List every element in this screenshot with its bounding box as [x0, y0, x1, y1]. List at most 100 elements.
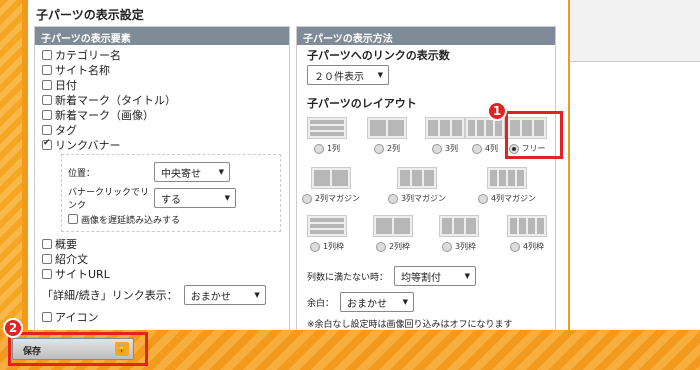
- layout-option-label: 4列: [484, 144, 499, 153]
- layout-option[interactable]: 3列枠: [439, 215, 479, 252]
- layout-option[interactable]: 4列枠: [507, 215, 547, 252]
- layout-option[interactable]: 1列: [307, 117, 347, 154]
- lazy-load-label: 画像を遅延読み込みする: [81, 215, 181, 226]
- margin-select[interactable]: おまかせ ▼: [340, 292, 415, 312]
- element-option[interactable]: サイト名称: [35, 62, 289, 77]
- layout-radio[interactable]: [477, 193, 488, 204]
- chevron-down-icon: ▼: [254, 291, 260, 299]
- option-checkbox[interactable]: [42, 94, 52, 105]
- option-checkbox[interactable]: [42, 64, 52, 75]
- layout-radio[interactable]: [509, 241, 520, 252]
- option-label: サイト名称: [55, 63, 110, 77]
- layout-option-label: 3列枠: [454, 242, 477, 251]
- icon-checkbox[interactable]: [42, 311, 52, 322]
- layout-option[interactable]: 3列: [425, 117, 465, 154]
- chevron-down-icon: ▼: [224, 194, 230, 202]
- option-label: 新着マーク（タイトル）: [55, 93, 176, 107]
- layout-thumbnail[interactable]: [367, 117, 407, 139]
- callout-badge-1: 1: [487, 101, 507, 121]
- layout-option[interactable]: 4列マガジン: [477, 167, 536, 204]
- detail-link-select[interactable]: おまかせ ▼: [183, 285, 266, 305]
- layout-option-label: 1列: [326, 144, 341, 153]
- option-checkbox[interactable]: [42, 79, 52, 90]
- layout-radio[interactable]: [431, 143, 442, 154]
- layout-thumbnail[interactable]: [311, 167, 351, 189]
- display-elements-section: 子パーツの表示要素 カテゴリー名 サイト名称 日付 新着マーク（タイトル） 新着マーク（…: [34, 26, 290, 336]
- layout-thumbnail[interactable]: [373, 215, 413, 237]
- layout-thumbnail[interactable]: [439, 215, 479, 237]
- display-method-section: 子パーツの表示方法 子パーツへのリンクの表示数 ２０件表示 ▼ 子パーツのレイアウ…: [296, 26, 556, 336]
- option-label: サイトURL: [55, 267, 110, 281]
- layout-option-label: 4列マガジン: [490, 194, 537, 203]
- layout-thumbnail[interactable]: [425, 117, 465, 139]
- banner-click-select[interactable]: する ▼: [154, 188, 236, 208]
- option-checkbox[interactable]: [42, 253, 52, 264]
- option-label: カテゴリー名: [55, 48, 121, 62]
- layout-thumbnail[interactable]: [307, 215, 347, 237]
- position-select[interactable]: 中央寄せ ▼: [154, 162, 230, 182]
- page-title: 子パーツの表示設定: [36, 8, 144, 22]
- layout-radio[interactable]: [471, 143, 482, 154]
- layout-radio[interactable]: [375, 241, 386, 252]
- margin-label: 余白：: [307, 298, 335, 309]
- layout-radio[interactable]: [441, 241, 452, 252]
- layout-option[interactable]: 2列: [367, 117, 407, 154]
- layout-option-label: 3列: [444, 144, 459, 153]
- short-columns-select[interactable]: 均等割付 ▼: [394, 266, 477, 286]
- chevron-down-icon: ▼: [464, 272, 471, 280]
- layout-option-label: 2列: [386, 144, 401, 153]
- detail-link-label: 「詳細/続き」リンク表示：: [42, 289, 178, 302]
- layout-option-label: 2列マガジン: [314, 194, 361, 203]
- option-checkbox[interactable]: [42, 138, 52, 150]
- option-checkbox[interactable]: [42, 49, 52, 60]
- banner-click-label: バナークリックでリンク: [68, 188, 150, 211]
- layout-thumbnail[interactable]: [397, 167, 437, 189]
- layout-radio[interactable]: [313, 143, 324, 154]
- chevron-down-icon: ▼: [402, 298, 409, 306]
- element-option[interactable]: サイトURL: [35, 266, 289, 281]
- layout-radio[interactable]: [309, 241, 320, 252]
- element-option[interactable]: タグ: [35, 122, 289, 137]
- element-option[interactable]: 概要: [35, 236, 289, 251]
- option-checkbox[interactable]: [42, 268, 52, 279]
- settings-panel: 子パーツの表示設定 子パーツの表示要素 カテゴリー名 サイト名称 日付 新着マーク（タ…: [28, 0, 568, 336]
- layout-label: 子パーツのレイアウト: [307, 97, 417, 110]
- link-count-label: 子パーツへのリンクの表示数: [307, 49, 450, 62]
- element-option[interactable]: 日付: [35, 77, 289, 92]
- option-checkbox[interactable]: [42, 109, 52, 120]
- option-checkbox[interactable]: [42, 124, 52, 135]
- chevron-down-icon: ▼: [377, 71, 383, 79]
- element-option[interactable]: 新着マーク（タイトル）: [35, 92, 289, 107]
- layout-radio[interactable]: [373, 143, 384, 154]
- option-label: 新着マーク（画像）: [55, 108, 154, 122]
- layout-thumbnail[interactable]: [487, 167, 527, 189]
- layout-option-label: 1列枠: [322, 242, 345, 251]
- layout-thumbnail[interactable]: [507, 215, 547, 237]
- layout-option[interactable]: 2列枠: [373, 215, 413, 252]
- layout-option[interactable]: 2列マガジン: [301, 167, 360, 204]
- highlight-save-button: [8, 332, 148, 366]
- layout-radio[interactable]: [387, 193, 398, 204]
- icon-label: アイコン: [55, 310, 99, 324]
- short-columns-label: 列数に満たない時：: [307, 272, 389, 283]
- section-header: 子パーツの表示方法: [297, 27, 555, 45]
- option-checkbox[interactable]: [42, 238, 52, 249]
- layout-option[interactable]: 1列枠: [307, 215, 347, 252]
- layout-radio[interactable]: [301, 193, 312, 204]
- highlight-free-layout: [505, 111, 563, 159]
- element-option[interactable]: 新着マーク（画像）: [35, 107, 289, 122]
- option-label: リンクバナー: [55, 138, 121, 152]
- section-header: 子パーツの表示要素: [35, 27, 289, 45]
- layout-option-label: 3列マガジン: [400, 194, 447, 203]
- layout-option-label: 4列枠: [522, 242, 545, 251]
- option-label: 概要: [55, 237, 77, 251]
- layout-option[interactable]: 3列マガジン: [387, 167, 446, 204]
- element-option[interactable]: リンクバナー: [35, 137, 289, 152]
- element-option[interactable]: 紹介文: [35, 251, 289, 266]
- lazy-load-checkbox[interactable]: [68, 214, 78, 224]
- layout-thumbnail[interactable]: [307, 117, 347, 139]
- callout-badge-2: 2: [3, 318, 23, 338]
- link-count-select[interactable]: ２０件表示 ▼: [307, 65, 389, 85]
- element-option[interactable]: カテゴリー名: [35, 47, 289, 62]
- layout-option[interactable]: 4列: [465, 117, 505, 154]
